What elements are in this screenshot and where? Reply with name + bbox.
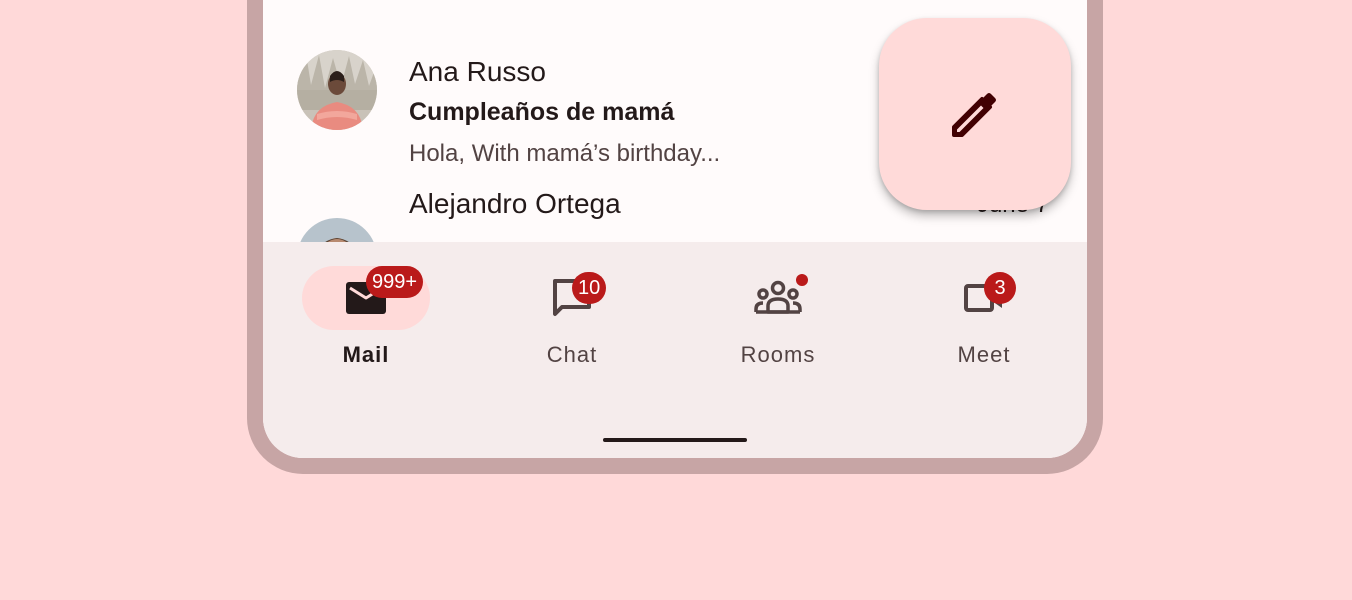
- email-sender: Ana Russo: [409, 56, 546, 87]
- nav-label: Chat: [546, 342, 598, 367]
- device-frame: Ana Russo Cumpleaños de mamá Hola, With …: [247, 0, 1103, 474]
- avatar: [297, 50, 377, 130]
- compose-fab[interactable]: [879, 18, 1071, 210]
- dot-badge: [796, 274, 808, 286]
- nav-item-mail[interactable]: 999+ Mail: [286, 266, 446, 376]
- notification-badge: 3: [984, 272, 1016, 304]
- phone-screen: Ana Russo Cumpleaños de mamá Hola, With …: [263, 0, 1087, 458]
- nav-item-meet[interactable]: 3 Meet: [904, 266, 1064, 376]
- nav-label: Rooms: [740, 342, 816, 367]
- nav-item-chat[interactable]: 10 Chat: [492, 266, 652, 376]
- notification-badge: 10: [572, 272, 607, 304]
- nav-item-rooms[interactable]: Rooms: [698, 266, 858, 376]
- email-subject: Cumpleaños de mamá: [409, 98, 675, 126]
- nav-label: Mail: [342, 342, 390, 367]
- bottom-navigation-bar: 999+ Mail 10 Chat Rooms 3 Meet: [263, 242, 1087, 458]
- nav-label: Meet: [957, 342, 1011, 367]
- email-sender: Alejandro Ortega: [409, 188, 621, 219]
- notification-badge: 999+: [366, 266, 424, 298]
- home-indicator[interactable]: [603, 438, 747, 442]
- rooms-icon: [754, 280, 802, 314]
- email-preview: Hola, With mamá’s birthday...: [409, 140, 721, 167]
- pencil-icon: [952, 93, 996, 137]
